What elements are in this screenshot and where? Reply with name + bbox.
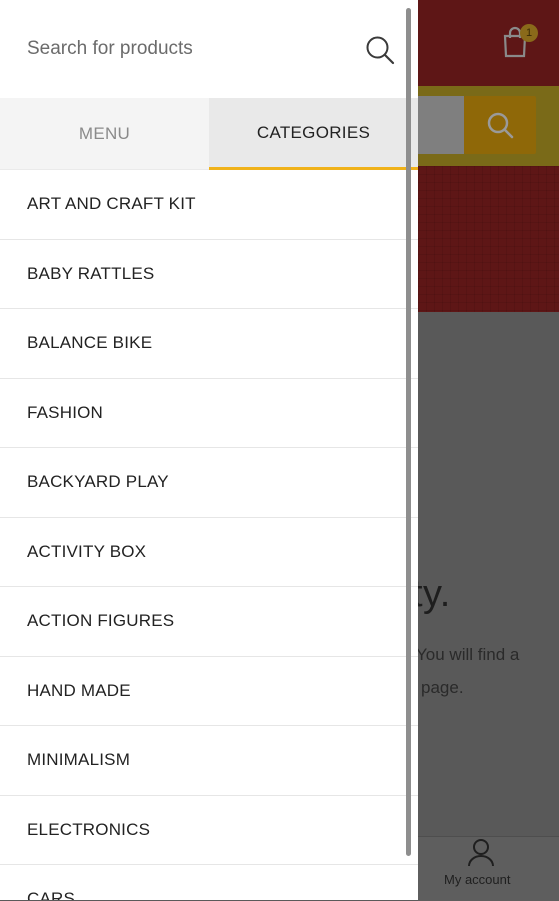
cart-count-badge: 1: [520, 24, 538, 42]
category-item[interactable]: BABY RATTLES: [0, 240, 418, 309]
user-icon[interactable]: [466, 836, 496, 868]
category-item[interactable]: BACKYARD PLAY: [0, 448, 418, 518]
tab-menu[interactable]: MENU: [0, 98, 209, 170]
page-text-line: You will find a: [416, 645, 520, 664]
search-icon[interactable]: [364, 34, 396, 66]
category-item[interactable]: ELECTRONICS: [0, 796, 418, 865]
search-icon: [487, 112, 514, 139]
search-input[interactable]: [27, 34, 347, 64]
category-item[interactable]: ACTIVITY BOX: [0, 518, 418, 587]
page-text-line: page.: [421, 678, 464, 697]
drawer-search: [0, 0, 418, 98]
category-list: ART AND CRAFT KIT BABY RATTLES BALANCE B…: [0, 170, 418, 900]
category-item[interactable]: HAND MADE: [0, 657, 418, 726]
tab-categories[interactable]: CATEGORIES: [209, 98, 418, 170]
drawer-tabs: MENU CATEGORIES: [0, 98, 418, 170]
site-search-button[interactable]: [464, 96, 536, 154]
category-item[interactable]: BALANCE BIKE: [0, 309, 418, 379]
category-item[interactable]: ART AND CRAFT KIT: [0, 170, 418, 240]
hero-banner: [418, 166, 559, 312]
category-item[interactable]: CARS: [0, 865, 418, 900]
site-search-input[interactable]: [418, 96, 464, 154]
category-item[interactable]: ACTION FIGURES: [0, 587, 418, 657]
my-account-link[interactable]: My account: [444, 872, 510, 887]
mobile-nav-drawer: MENU CATEGORIES ART AND CRAFT KIT BABY R…: [0, 0, 418, 900]
category-item[interactable]: MINIMALISM: [0, 726, 418, 796]
drawer-scrollbar[interactable]: [406, 8, 411, 856]
category-item[interactable]: FASHION: [0, 379, 418, 448]
